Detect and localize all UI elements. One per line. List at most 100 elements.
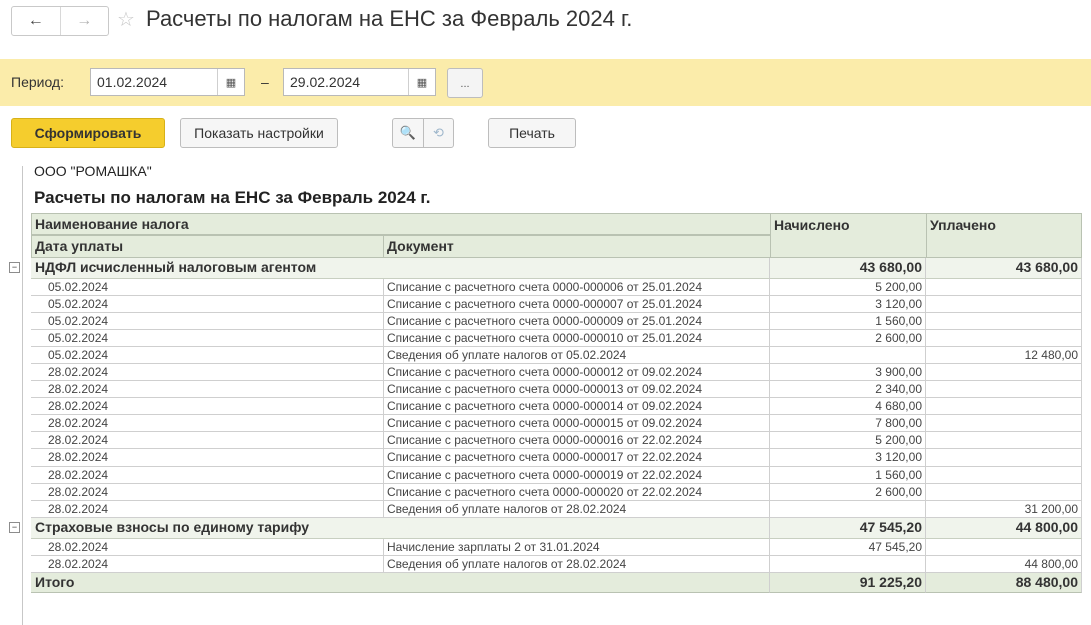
table-row[interactable]: 28.02.2024 Списание с расчетного счета 00… [31, 432, 1082, 450]
row-paid [926, 330, 1082, 348]
nav-buttons: ← → [11, 6, 109, 36]
print-button[interactable]: Печать [488, 118, 576, 148]
period-to-value: 29.02.2024 [290, 74, 361, 90]
page-title: Расчеты по налогам на ЕНС за Февраль 202… [146, 6, 633, 31]
table-row[interactable]: 28.02.2024 Сведения об уплате налогов от … [31, 500, 1082, 518]
calendar-icon[interactable]: ▦ [217, 69, 244, 95]
row-paid [926, 432, 1082, 450]
period-separator: – [261, 74, 269, 90]
search-icon[interactable]: 🔍 [392, 118, 424, 148]
header-paid: Уплачено [926, 213, 1082, 258]
row-accrued: 2 600,00 [770, 483, 926, 501]
table-row[interactable]: 05.02.2024 Списание с расчетного счета 00… [31, 296, 1082, 314]
total-row: Итого 91 225,20 88 480,00 [31, 572, 1082, 593]
row-date: 28.02.2024 [31, 398, 384, 416]
company-name: ООО "РОМАШКА" [34, 163, 152, 179]
group-paid: 44 800,00 [926, 517, 1082, 539]
generate-button[interactable]: Сформировать [11, 118, 165, 148]
row-paid [926, 538, 1082, 556]
row-document[interactable]: Сведения об уплате налогов от 28.02.2024 [384, 555, 770, 573]
row-paid: 44 800,00 [926, 555, 1082, 573]
calendar-icon[interactable]: ▦ [408, 69, 435, 95]
show-settings-button[interactable]: Показать настройки [180, 118, 338, 148]
row-accrued: 5 200,00 [770, 432, 926, 450]
row-paid: 12 480,00 [926, 347, 1082, 365]
row-paid [926, 483, 1082, 501]
table-row[interactable]: 28.02.2024 Списание с расчетного счета 00… [31, 398, 1082, 416]
total-accrued: 91 225,20 [770, 572, 926, 593]
group-row[interactable]: − Страховые взносы по единому тарифу 47 54… [9, 517, 1082, 539]
row-accrued: 4 680,00 [770, 398, 926, 416]
row-date: 28.02.2024 [31, 538, 384, 556]
group-row[interactable]: − НДФЛ исчисленный налоговым агентом 43 68… [9, 258, 1082, 279]
row-document[interactable]: Списание с расчетного счета 0000-000009 … [384, 313, 770, 331]
row-document[interactable]: Списание с расчетного счета 0000-000013 … [384, 381, 770, 399]
row-document[interactable]: Списание с расчетного счета 0000-000014 … [384, 398, 770, 416]
row-date: 28.02.2024 [31, 555, 384, 573]
row-accrued [770, 347, 926, 365]
row-document[interactable]: Списание с расчетного счета 0000-000016 … [384, 432, 770, 450]
row-paid [926, 279, 1082, 297]
favorite-star-icon[interactable]: ☆ [117, 7, 135, 32]
total-label: Итого [31, 572, 770, 593]
row-accrued: 2 600,00 [770, 330, 926, 348]
row-paid [926, 296, 1082, 314]
row-document[interactable]: Списание с расчетного счета 0000-000019 … [384, 466, 770, 484]
table-row[interactable]: 28.02.2024 Списание с расчетного счета 00… [31, 381, 1082, 399]
group-name: НДФЛ исчисленный налоговым агентом [31, 258, 770, 279]
group-paid: 43 680,00 [926, 258, 1082, 279]
row-document[interactable]: Списание с расчетного счета 0000-000017 … [384, 449, 770, 467]
row-document[interactable]: Сведения об уплате налогов от 05.02.2024 [384, 347, 770, 365]
row-accrued: 2 340,00 [770, 381, 926, 399]
table-row[interactable]: 28.02.2024 Списание с расчетного счета 00… [31, 415, 1082, 433]
row-document[interactable]: Списание с расчетного счета 0000-000020 … [384, 483, 770, 501]
row-date: 28.02.2024 [31, 483, 384, 501]
table-row[interactable]: 28.02.2024 Сведения об уплате налогов от … [31, 555, 1082, 573]
row-document[interactable]: Списание с расчетного счета 0000-000007 … [384, 296, 770, 314]
row-paid [926, 415, 1082, 433]
table-row[interactable]: 28.02.2024 Списание с расчетного счета 00… [31, 483, 1082, 501]
row-date: 05.02.2024 [31, 296, 384, 314]
row-date: 28.02.2024 [31, 415, 384, 433]
row-paid [926, 364, 1082, 382]
back-icon[interactable]: ← [12, 7, 60, 35]
collapse-toggle-icon[interactable]: − [9, 521, 20, 533]
row-accrued: 1 560,00 [770, 313, 926, 331]
row-document[interactable]: Сведения об уплате налогов от 28.02.2024 [384, 500, 770, 518]
row-accrued: 7 800,00 [770, 415, 926, 433]
row-accrued [770, 500, 926, 518]
period-to-field[interactable]: 29.02.2024 ▦ [283, 68, 436, 96]
table-row[interactable]: 28.02.2024 Начисление зарплаты 2 от 31.01… [31, 538, 1082, 556]
header-pay-date: Дата уплаты [31, 235, 384, 258]
total-paid: 88 480,00 [926, 572, 1082, 593]
row-date: 05.02.2024 [31, 279, 384, 297]
search-clear-icon[interactable]: ⟲ [423, 118, 454, 148]
row-document[interactable]: Списание с расчетного счета 0000-000015 … [384, 415, 770, 433]
row-date: 28.02.2024 [31, 449, 384, 467]
row-date: 28.02.2024 [31, 364, 384, 382]
row-paid [926, 449, 1082, 467]
row-accrued: 1 560,00 [770, 466, 926, 484]
report-title: Расчеты по налогам на ЕНС за Февраль 202… [34, 188, 431, 207]
row-paid [926, 466, 1082, 484]
table-row[interactable]: 28.02.2024 Списание с расчетного счета 00… [31, 449, 1082, 467]
period-select-button[interactable]: ... [447, 68, 483, 98]
table-row[interactable]: 05.02.2024 Списание с расчетного счета 00… [31, 313, 1082, 331]
row-paid: 31 200,00 [926, 500, 1082, 518]
table-row[interactable]: 28.02.2024 Списание с расчетного счета 00… [31, 466, 1082, 484]
forward-icon[interactable]: → [59, 7, 109, 35]
row-accrued: 3 120,00 [770, 449, 926, 467]
row-accrued: 47 545,20 [770, 538, 926, 556]
table-row[interactable]: 05.02.2024 Сведения об уплате налогов от … [31, 347, 1082, 365]
row-document[interactable]: Списание с расчетного счета 0000-000006 … [384, 279, 770, 297]
row-document[interactable]: Начисление зарплаты 2 от 31.01.2024 [384, 538, 770, 556]
header-document: Документ [383, 235, 771, 258]
collapse-toggle-icon[interactable]: − [9, 262, 20, 273]
table-row[interactable]: 28.02.2024 Списание с расчетного счета 00… [31, 364, 1082, 382]
row-document[interactable]: Списание с расчетного счета 0000-000012 … [384, 364, 770, 382]
row-date: 05.02.2024 [31, 313, 384, 331]
table-row[interactable]: 05.02.2024 Списание с расчетного счета 00… [31, 330, 1082, 348]
row-document[interactable]: Списание с расчетного счета 0000-000010 … [384, 330, 770, 348]
table-row[interactable]: 05.02.2024 Списание с расчетного счета 00… [31, 279, 1082, 297]
period-from-field[interactable]: 01.02.2024 ▦ [90, 68, 245, 96]
